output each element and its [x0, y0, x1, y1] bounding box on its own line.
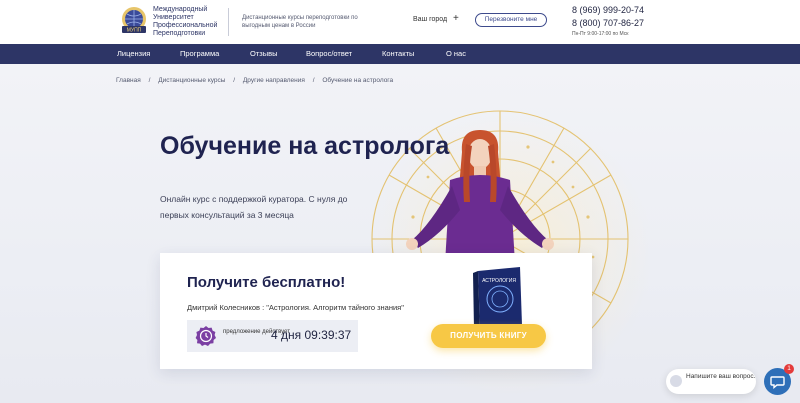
chat-avatar: [670, 375, 682, 387]
nav-item-faq[interactable]: Вопрос/ответ: [306, 44, 352, 64]
main-nav: Лицензия Программа Отзывы Вопрос/ответ К…: [0, 44, 800, 64]
site-header: МУПП Международный Университет Профессио…: [0, 0, 800, 44]
city-selector[interactable]: Ваш город: [413, 16, 447, 23]
chat-prompt-bubble[interactable]: Напишите ваш вопрос.: [666, 369, 756, 394]
book-cover-image: АСТРОЛОГИЯ: [473, 267, 522, 331]
nav-item-about[interactable]: О нас: [446, 44, 466, 64]
timer-countdown: 4 дня 09:39:37: [271, 328, 352, 342]
breadcrumb-home[interactable]: Главная: [116, 77, 141, 84]
nav-item-contacts[interactable]: Контакты: [382, 44, 414, 64]
logo-badge: МУПП: [127, 28, 142, 34]
offer-timer: предложение действует 4 дня 09:39:37: [187, 320, 358, 352]
hero-subtitle: Онлайн курс с поддержкой куратора. С нул…: [160, 194, 348, 220]
header-divider: [228, 8, 229, 36]
chat-unread-badge: 1: [784, 364, 794, 374]
working-hours: Пн-Пт 9:00-17:00 по Мск: [572, 31, 629, 37]
header-tagline: Дистанционные курсы переподготовки по вы…: [242, 15, 358, 29]
hero-section: Главная / Дистанционные курсы / Другие н…: [0, 64, 800, 403]
breadcrumb-separator: /: [148, 77, 151, 84]
phone-secondary[interactable]: 8 (800) 707-86-27: [572, 18, 644, 28]
callback-button[interactable]: Перезвоните мне: [475, 13, 547, 27]
offer-title: Получите бесплатно!: [187, 274, 346, 291]
get-book-button[interactable]: ПОЛУЧИТЬ КНИГУ: [431, 324, 546, 348]
plus-icon[interactable]: +: [453, 13, 459, 24]
breadcrumb: Главная / Дистанционные курсы / Другие н…: [116, 77, 399, 84]
book-cover-title: АСТРОЛОГИЯ: [482, 278, 516, 284]
offer-book-author: Дмитрий Колесников : "Астрология. Алгори…: [187, 303, 404, 312]
breadcrumb-separator: /: [233, 77, 236, 84]
university-logo-icon[interactable]: МУПП: [117, 6, 151, 36]
breadcrumb-courses[interactable]: Дистанционные курсы: [158, 77, 225, 84]
nav-item-license[interactable]: Лицензия: [117, 44, 150, 64]
breadcrumb-other[interactable]: Другие направления: [243, 77, 305, 84]
nav-item-program[interactable]: Программа: [180, 44, 219, 64]
nav-item-reviews[interactable]: Отзывы: [250, 44, 277, 64]
free-book-offer-card: Получите бесплатно! Дмитрий Колесников :…: [160, 253, 592, 369]
breadcrumb-current: Обучение на астролога: [322, 77, 394, 84]
clock-icon: [195, 326, 216, 346]
chat-prompt-text: Напишите ваш вопрос.: [686, 373, 756, 380]
breadcrumb-separator: /: [312, 77, 315, 84]
logo-text[interactable]: Международный Университет Профессиональн…: [153, 6, 233, 38]
phone-primary[interactable]: 8 (969) 999-20-74: [572, 5, 644, 15]
